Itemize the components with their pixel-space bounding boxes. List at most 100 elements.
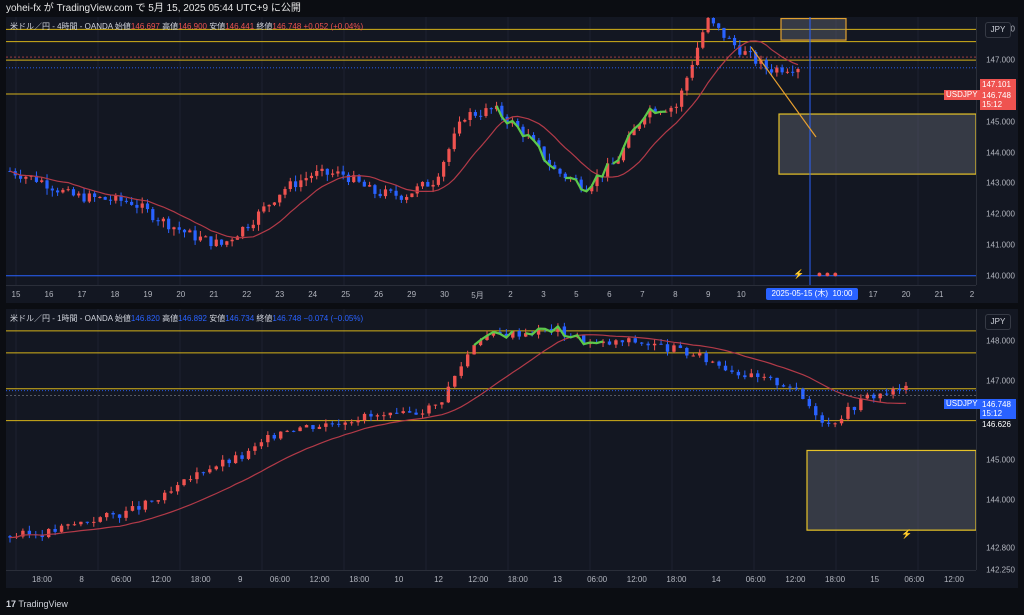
lightning-icon[interactable]: ⚡ bbox=[901, 529, 912, 540]
candle-body bbox=[680, 90, 684, 107]
time-tick-label: 23 bbox=[275, 290, 285, 299]
candle-body bbox=[27, 530, 32, 535]
close-value-4h: 146.748 bbox=[272, 22, 302, 31]
candle-body bbox=[251, 224, 255, 229]
candle-body bbox=[104, 513, 109, 518]
candle-body bbox=[362, 181, 366, 187]
candle-body bbox=[378, 193, 382, 197]
candle-body bbox=[489, 108, 493, 110]
publish-header-text: yohei-fx が TradingView.com で 5月 15, 2025… bbox=[6, 3, 301, 14]
price-tick-label: 145.000 bbox=[986, 117, 1015, 127]
time-tick-label: 12:00 bbox=[943, 575, 965, 584]
candle-body bbox=[852, 406, 857, 411]
price-tick-label: 141.000 bbox=[986, 240, 1015, 250]
candle-body bbox=[373, 185, 377, 194]
candle-body bbox=[182, 229, 187, 233]
candle-body bbox=[846, 406, 850, 419]
candle-body bbox=[414, 412, 418, 415]
time-tick-label: 8 bbox=[79, 575, 84, 584]
candle-body bbox=[137, 506, 141, 510]
candle-body bbox=[103, 196, 107, 200]
candle-body bbox=[293, 181, 298, 188]
candle-body bbox=[92, 521, 96, 523]
crosshair-date: 2025-05-15 (木) bbox=[771, 289, 828, 298]
candle-body bbox=[669, 107, 673, 112]
candle-body bbox=[330, 423, 335, 425]
legend-4h: 米ドル／円 - 4時間 - OANDA 始値146.697 高値146.900 … bbox=[10, 21, 363, 32]
candle-body bbox=[325, 168, 329, 175]
candle-body bbox=[695, 47, 700, 65]
plot-area-4h[interactable]: 米ドル／円 - 4時間 - OANDA 始値146.697 高値146.900 … bbox=[6, 17, 976, 285]
chart-panel-1h[interactable]: 米ドル／円 - 1時間 - OANDA 始値146.820 高値146.892 … bbox=[6, 309, 1018, 588]
time-tick-label: 15 bbox=[11, 290, 21, 299]
candle-body bbox=[253, 446, 257, 451]
candle-body bbox=[691, 355, 695, 357]
candle-body bbox=[182, 479, 186, 486]
price-tick-label: 147.000 bbox=[986, 55, 1015, 65]
candle-body bbox=[426, 181, 430, 187]
swing-line bbox=[495, 105, 556, 170]
time-tick-label: 06:00 bbox=[587, 575, 608, 584]
candle-body bbox=[685, 77, 689, 91]
candle-body bbox=[111, 513, 115, 515]
candle-body bbox=[304, 178, 308, 181]
candle-body bbox=[405, 197, 409, 200]
zone-rectangle bbox=[806, 449, 976, 531]
time-tick-label: 24 bbox=[308, 290, 318, 299]
candle-body bbox=[736, 371, 741, 376]
close-value-1h: 146.748 bbox=[272, 314, 302, 323]
price-axis-1h[interactable]: 148.000147.000146.000145.000144.000142.8… bbox=[976, 309, 1018, 575]
candle-body bbox=[150, 500, 154, 502]
candle-body bbox=[833, 423, 837, 425]
candle-body bbox=[465, 354, 470, 367]
currency-button-4h[interactable]: JPY bbox=[985, 22, 1011, 38]
countdown-4h: 15:12 bbox=[982, 100, 1003, 109]
candle-body bbox=[375, 415, 380, 417]
time-tick-label: 2 bbox=[969, 290, 975, 299]
change-value-1h: −0.074 (−0.05%) bbox=[303, 314, 364, 323]
candle-body bbox=[309, 175, 314, 179]
price-axis-4h[interactable]: 148.000147.000146.000145.000144.000143.0… bbox=[976, 17, 1018, 285]
flag-icon[interactable]: ● bbox=[825, 269, 830, 279]
candle-body bbox=[204, 236, 208, 238]
candle-body bbox=[607, 341, 612, 345]
candle-body bbox=[826, 422, 831, 424]
close-label-4h: 終値 bbox=[256, 22, 273, 31]
plot-area-1h[interactable]: 米ドル／円 - 1時間 - OANDA 始値146.820 高値146.892 … bbox=[6, 309, 976, 570]
time-tick-label: 12 bbox=[434, 575, 443, 584]
flag-icon[interactable]: ● bbox=[817, 269, 822, 279]
candle-body bbox=[891, 388, 895, 395]
candle-body bbox=[145, 203, 150, 210]
chart-svg-1h[interactable] bbox=[6, 309, 976, 570]
open-value-4h: 146.697 bbox=[130, 22, 160, 31]
candle-body bbox=[433, 404, 438, 406]
candle-body bbox=[463, 119, 467, 122]
candle-body bbox=[897, 388, 902, 390]
event-icons-4h[interactable]: ⚡ ● ● ● bbox=[793, 269, 838, 280]
candle-body bbox=[394, 190, 398, 196]
candle-body bbox=[479, 115, 483, 117]
symbol-1h: 米ドル／円 - 1時間 - OANDA bbox=[10, 314, 113, 323]
time-tick-label: 18:00 bbox=[349, 575, 370, 584]
time-tick-label: 12:00 bbox=[309, 575, 330, 584]
flag-icon[interactable]: ● bbox=[833, 269, 838, 279]
time-tick-label: 20 bbox=[901, 290, 911, 299]
candle-body bbox=[762, 376, 766, 378]
candle-body bbox=[193, 230, 197, 241]
chart-svg-4h[interactable] bbox=[6, 17, 976, 285]
candle-body bbox=[240, 455, 244, 459]
time-tick-label: 5 bbox=[574, 290, 579, 299]
chart-panel-4h[interactable]: 米ドル／円 - 4時間 - OANDA 始値146.697 高値146.900 … bbox=[6, 17, 1018, 303]
candle-body bbox=[291, 430, 296, 432]
time-tick-label: 18:00 bbox=[666, 575, 687, 584]
ticker-tag-1h: USDJPY bbox=[944, 399, 980, 409]
candle-body bbox=[267, 204, 271, 207]
lightning-icon[interactable]: ⚡ bbox=[793, 269, 804, 279]
candle-body bbox=[214, 466, 218, 470]
time-axis-1h[interactable]: 18:00 8 06:00 12:00 18:00 9 06:00 12:00 18:00 10 1… bbox=[6, 570, 976, 588]
currency-button-1h[interactable]: JPY bbox=[985, 314, 1011, 330]
candle-body bbox=[457, 121, 462, 134]
price-tick-label: 147.000 bbox=[986, 376, 1015, 386]
candle-body bbox=[219, 239, 224, 245]
candle-body bbox=[135, 204, 139, 208]
